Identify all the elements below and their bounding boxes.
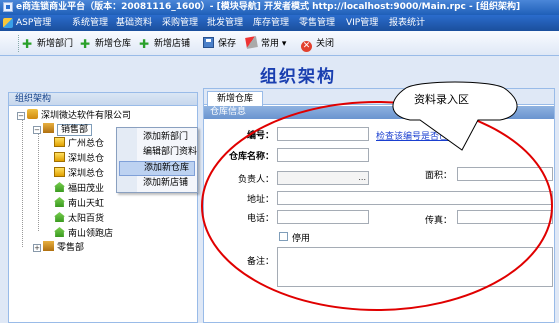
- tab-add-warehouse[interactable]: 新增仓库: [207, 91, 264, 106]
- store-icon: [54, 227, 65, 237]
- menu-wholesale[interactable]: 批发管理: [207, 15, 243, 31]
- tree-node-store[interactable]: 南山天虹: [54, 197, 104, 210]
- tree-node-store[interactable]: 福田茂业: [54, 182, 104, 195]
- store-icon: [54, 197, 65, 207]
- toolbar-grip: [18, 35, 19, 52]
- tree-node-warehouse[interactable]: 深圳总仓: [54, 152, 104, 165]
- save-button[interactable]: 保存: [203, 36, 236, 52]
- menu-vip[interactable]: VIP管理: [346, 15, 378, 31]
- add-department-button[interactable]: ✚ 新增部门: [22, 36, 73, 52]
- close-button[interactable]: ✕ 关闭: [301, 36, 334, 52]
- tree-node-warehouse[interactable]: 广州总仓: [54, 137, 104, 150]
- warehouse-form-panel: 新增仓库 仓库信息 编号： 检查该编号是否已被使 仓库名称： 负责人： ... …: [203, 88, 555, 323]
- add-store-button[interactable]: ✚ 新增店铺: [139, 36, 190, 52]
- context-menu-add-warehouse[interactable]: 添加新仓库: [119, 161, 195, 176]
- tree-node-root[interactable]: − 深圳微达软件有限公司: [17, 109, 131, 122]
- menu-asp[interactable]: ASP管理: [16, 15, 51, 31]
- remark-textarea[interactable]: [277, 247, 553, 287]
- disabled-label: 停用: [292, 234, 311, 244]
- section-header: 仓库信息: [204, 106, 554, 119]
- tree-node-sales-dept[interactable]: − 销售部: [33, 123, 93, 136]
- window-title-bar: e商连锁商业平台（版本：20081116_1600）- [模块导航] 开发者模式…: [0, 0, 559, 15]
- manager-label: 负责人：: [237, 175, 274, 185]
- menu-reports[interactable]: 报表统计: [389, 15, 425, 31]
- app-icon: [3, 2, 13, 12]
- tree-node-retail-dept[interactable]: + 零售部: [33, 241, 84, 254]
- toolbar: ✚ 新增部门 ✚ 新增仓库 ✚ 新增店铺 保存 常用 ▾ ✕ 关闭: [0, 31, 559, 56]
- tree-line: [22, 119, 23, 247]
- tab-strip: 新增仓库: [204, 89, 554, 106]
- fax-input[interactable]: [457, 210, 553, 224]
- department-icon: [43, 123, 54, 133]
- company-icon: [27, 109, 38, 119]
- address-input[interactable]: [277, 191, 553, 205]
- manager-picker[interactable]: ...: [277, 171, 369, 185]
- ellipsis-icon[interactable]: ...: [358, 172, 366, 184]
- tree-panel-header: 组织架构: [9, 93, 197, 106]
- save-icon: [203, 37, 214, 48]
- fax-label: 传真：: [424, 216, 452, 226]
- add-icon: ✚: [139, 37, 150, 51]
- check-code-link[interactable]: 检查该编号是否已被使: [376, 129, 466, 142]
- menu-bar: ASP管理 系统管理 基础资料 采购管理 批发管理 库存管理 零售管理 VIP管…: [0, 15, 559, 31]
- address-label: 地址：: [246, 195, 274, 205]
- area-label: 面积：: [424, 171, 452, 181]
- expand-toggle-icon[interactable]: +: [33, 244, 41, 252]
- page-title: 组织架构: [260, 67, 336, 87]
- menu-system[interactable]: 系统管理: [72, 15, 108, 31]
- menu-basic-data[interactable]: 基础资料: [116, 15, 152, 31]
- remark-label: 备注：: [246, 257, 274, 267]
- warehouse-name-input[interactable]: [277, 148, 369, 162]
- context-menu: 添加新部门 编辑部门资料 添加新仓库 添加新店铺: [116, 127, 198, 193]
- menu-retail[interactable]: 零售管理: [299, 15, 335, 31]
- warehouse-name-label: 仓库名称：: [228, 152, 274, 162]
- tree-node-warehouse[interactable]: 深圳总仓: [54, 167, 104, 180]
- collapse-toggle-icon[interactable]: −: [33, 126, 41, 134]
- add-warehouse-button[interactable]: ✚ 新增仓库: [80, 36, 131, 52]
- context-menu-edit-department[interactable]: 编辑部门资料: [119, 145, 197, 160]
- menu-inventory[interactable]: 库存管理: [253, 15, 289, 31]
- close-icon: ✕: [301, 41, 312, 52]
- area-input[interactable]: [457, 167, 553, 181]
- store-icon: [54, 212, 65, 222]
- warehouse-icon: [54, 167, 65, 177]
- tree-line: [38, 133, 39, 231]
- code-input[interactable]: [277, 127, 369, 141]
- tree-node-store[interactable]: 南山领跑店: [54, 227, 113, 240]
- app-logo-icon: [3, 18, 13, 28]
- phone-label: 电话：: [246, 214, 274, 224]
- collapse-toggle-icon[interactable]: −: [17, 112, 25, 120]
- context-menu-add-department[interactable]: 添加新部门: [119, 130, 195, 145]
- chevron-down-icon: ▾: [279, 39, 287, 49]
- callout-text: 资料录入区: [414, 93, 469, 106]
- add-icon: ✚: [22, 37, 33, 51]
- warehouse-icon: [54, 137, 65, 147]
- menu-purchase[interactable]: 采购管理: [162, 15, 198, 31]
- phone-input[interactable]: [277, 210, 369, 224]
- common-dropdown-button[interactable]: 常用 ▾: [245, 36, 287, 52]
- warehouse-icon: [54, 152, 65, 162]
- store-icon: [54, 182, 65, 192]
- code-label: 编号：: [246, 131, 274, 141]
- window-title: e商连锁商业平台（版本：20081116_1600）- [模块导航] 开发者模式…: [16, 2, 521, 12]
- add-icon: ✚: [80, 37, 91, 51]
- disabled-checkbox[interactable]: [279, 232, 288, 241]
- department-icon: [43, 241, 54, 251]
- tree-node-store[interactable]: 太阳百货: [54, 212, 104, 225]
- tools-icon: [245, 36, 258, 49]
- context-menu-add-store[interactable]: 添加新店铺: [119, 176, 195, 191]
